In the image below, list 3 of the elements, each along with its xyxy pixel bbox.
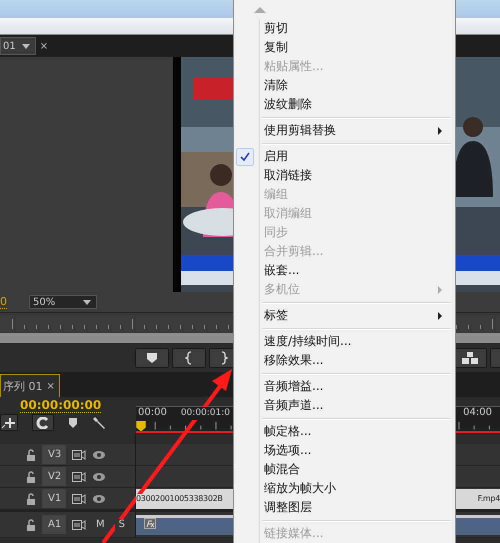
ruler-label: 00:00:01:0 [180, 407, 230, 420]
clip-name: F.mp4 [478, 494, 500, 503]
clip-name: 03002001005338302B [136, 494, 223, 503]
